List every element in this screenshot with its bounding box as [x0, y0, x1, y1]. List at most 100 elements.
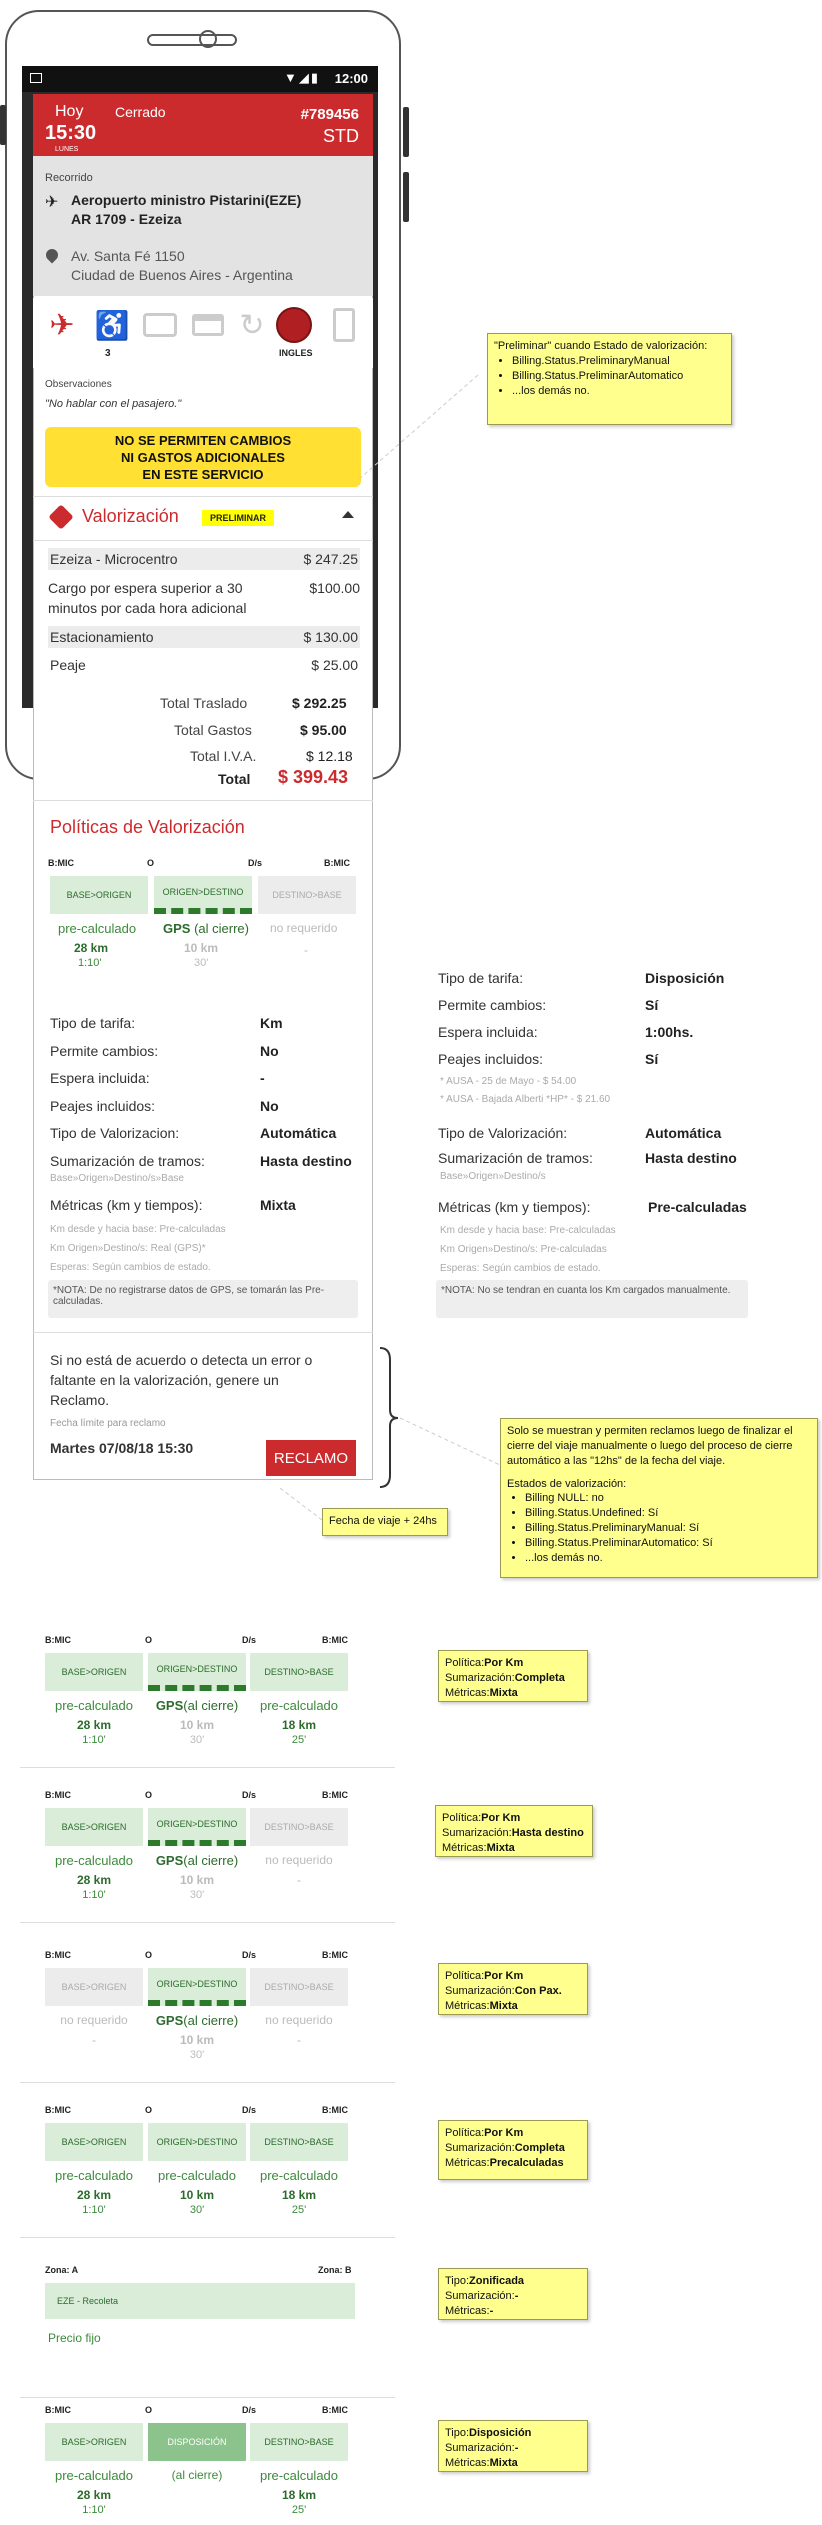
note-item: Billing.Status.PreliminaryManual: Sí	[525, 1521, 811, 1536]
example-value: 25'	[291, 2204, 307, 2216]
gps-suffix: (al cierre)	[183, 1698, 239, 1713]
note-item: Billing.Status.PreliminarAutomatico: Sí	[525, 1536, 811, 1551]
note-value: Zonificada	[469, 2275, 525, 2287]
example-value: 28 km	[76, 1873, 112, 1887]
example-value: -	[92, 2033, 96, 2047]
policy-note: Política:Por Km Sumarización:Con Pax. Métr…	[438, 1963, 588, 2015]
note-value: -	[514, 2289, 519, 2302]
note-item: Billing.Status.Undefined: Sí	[525, 1506, 811, 1521]
example-value: pre-calculado	[259, 1698, 339, 1713]
segment-zona: EZE - Recoleta	[45, 2283, 355, 2319]
example-value: 25'	[291, 2504, 307, 2516]
segment-disposicion: DISPOSICIÓN	[148, 2423, 246, 2461]
divider	[20, 2082, 395, 2083]
note-reclamo: Solo se muestran y permiten reclamos lue…	[500, 1418, 818, 1578]
note-value: Mixta	[489, 2456, 518, 2469]
note-value: -	[489, 2304, 494, 2317]
note-value: -	[514, 2441, 519, 2454]
gps-suffix: (al cierre)	[183, 2013, 239, 2028]
note-value: Mixta	[489, 1686, 518, 1699]
note-item: ...los demás no.	[525, 1551, 811, 1566]
policy-note-line: Métricas:Mixta	[442, 1841, 586, 1856]
policy-note-line: Tipo:Disposición	[445, 2426, 581, 2441]
example-value: 28 km	[76, 2488, 112, 2502]
bmic-label: B:MIC	[322, 1950, 348, 1960]
example-value: pre-calculado	[54, 2168, 134, 2183]
note-key: Sumarización:	[445, 1671, 515, 1684]
segment-destino-base: DESTINO>BASE	[250, 1808, 348, 1846]
gps-label: GPS(al cierre)	[149, 1853, 245, 1868]
gps-text: GPS	[155, 1698, 184, 1713]
note-key: Métricas:	[445, 2304, 490, 2317]
policy-note-line: Sumarización:Con Pax.	[445, 1984, 581, 1999]
example-value: no requerido	[60, 2013, 128, 2027]
example-value: pre-calculado	[54, 1853, 134, 1868]
segment-base-origen: BASE>ORIGEN	[45, 1653, 143, 1691]
note-subtitle: Estados de valorización:	[507, 1477, 627, 1490]
bmic-label: B:MIC	[322, 1790, 348, 1800]
destination-label: D/s	[242, 1790, 257, 1800]
bmic-label: B:MIC	[45, 1635, 71, 1645]
segment-destino-base: DESTINO>BASE	[250, 1968, 348, 2006]
bmic-label: B:MIC	[322, 2105, 348, 2115]
segment-origen-destino: ORIGEN>DESTINO	[148, 2123, 246, 2161]
divider	[20, 1767, 395, 1768]
note-value: Por Km	[484, 2127, 524, 2139]
note-key: Sumarización:	[445, 1984, 515, 1997]
note-key: Métricas:	[445, 2156, 490, 2169]
example-value: pre-calculado	[54, 1698, 134, 1713]
note-value: Mixta	[486, 1841, 515, 1854]
bmic-label: B:MIC	[322, 1635, 348, 1645]
policy-note-line: Métricas:Mixta	[445, 1686, 581, 1701]
note-value: Completa	[514, 2141, 565, 2154]
note-key: Política:	[445, 1657, 485, 1669]
zona-b-label: Zona: B	[318, 2265, 352, 2275]
gps-text: GPS	[155, 1853, 184, 1868]
example-value: 1:10'	[82, 2504, 106, 2516]
example-value: 30'	[189, 1734, 205, 1746]
bmic-label: B:MIC	[45, 2405, 71, 2415]
note-key: Sumarización:	[442, 1826, 512, 1839]
note-key: Tipo:	[445, 2275, 470, 2287]
destination-label: D/s	[242, 1635, 257, 1645]
policy-note-line: Métricas:-	[445, 2304, 581, 2319]
segment-destino-base: DESTINO>BASE	[250, 2423, 348, 2461]
note-value: Precalculadas	[489, 2156, 564, 2169]
policy-note-line: Métricas:Mixta	[445, 1999, 581, 2014]
policy-note-line: Tipo:Zonificada	[445, 2274, 581, 2289]
gps-label: GPS(al cierre)	[149, 1698, 245, 1713]
example-value: pre-calculado	[54, 2468, 134, 2483]
note-key: Política:	[445, 1970, 485, 1982]
destination-label: D/s	[242, 2405, 257, 2415]
bmic-label: B:MIC	[45, 2105, 71, 2115]
zona-a-label: Zona: A	[45, 2265, 79, 2275]
policy-note: Tipo:Zonificada Sumarización:- Métricas:-	[438, 2268, 588, 2320]
policy-note: Tipo:Disposición Sumarización:- Métricas:M…	[438, 2420, 588, 2472]
example-value: 1:10'	[82, 1889, 106, 1901]
note-value: Por Km	[481, 1812, 521, 1824]
note-value: Completa	[514, 1671, 565, 1684]
example-value: 10 km	[179, 2188, 215, 2202]
policy-note-line: Política:Por Km	[445, 1969, 581, 1984]
note-value: Por Km	[484, 1657, 524, 1669]
bmic-label: B:MIC	[45, 1950, 71, 1960]
note-value: Mixta	[489, 1999, 518, 2012]
divider	[20, 1922, 395, 1923]
bmic-label: B:MIC	[45, 1790, 71, 1800]
policy-note-line: Sumarización:Hasta destino	[442, 1826, 586, 1841]
precio-fijo-label: Precio fijo	[48, 2331, 101, 2345]
example-value: 18 km	[281, 1718, 317, 1732]
segment-base-origen: BASE>ORIGEN	[45, 2123, 143, 2161]
example-value: 28 km	[76, 1718, 112, 1732]
example-value: -	[297, 1873, 301, 1887]
segment-origen-destino: ORIGEN>DESTINO	[148, 1808, 246, 1846]
origin-label: O	[145, 1635, 153, 1645]
example-value: pre-calculado	[259, 2168, 339, 2183]
note-key: Sumarización:	[445, 2441, 515, 2454]
connector-line	[279, 1487, 323, 1521]
policy-note-line: Política:Por Km	[445, 1656, 581, 1671]
note-item: Billing NULL: no	[525, 1491, 811, 1506]
note-key: Sumarización:	[445, 2141, 515, 2154]
policy-note-line: Política:Por Km	[445, 2126, 581, 2141]
example-value: 30'	[189, 1889, 205, 1901]
